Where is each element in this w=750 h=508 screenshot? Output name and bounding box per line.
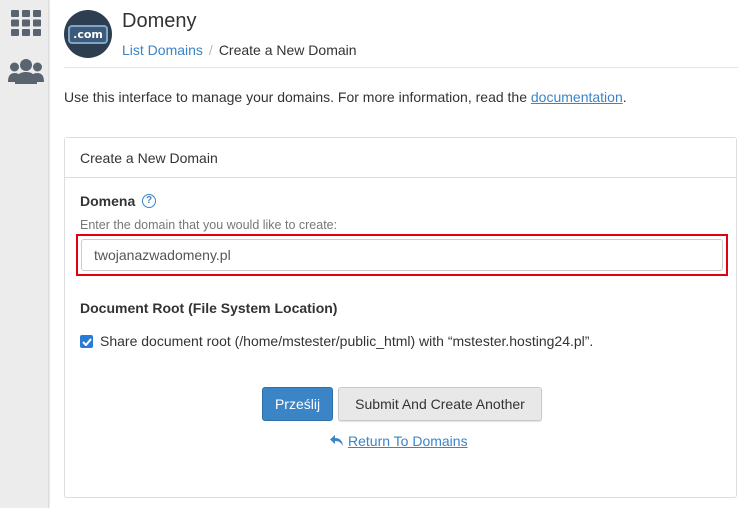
breadcrumb-current: Create a New Domain [218, 42, 357, 58]
main-content: .com Domeny List Domains / Create a New Do… [50, 0, 750, 508]
create-domain-panel: Create a New Domain Domena ? Enter the d… [64, 137, 737, 498]
grid-icon [11, 10, 41, 36]
return-to-domains-link[interactable]: Return To Domains [330, 433, 468, 449]
documentation-link[interactable]: documentation [531, 89, 623, 105]
domain-label: Domena [80, 193, 136, 209]
submit-and-create-another-button[interactable]: Submit And Create Another [338, 387, 542, 421]
share-docroot-label[interactable]: Share document root (/home/mstester/publ… [100, 333, 593, 349]
panel-heading: Create a New Domain [65, 138, 736, 178]
check-icon [81, 337, 92, 346]
sidebar-item-users[interactable] [8, 54, 44, 88]
breadcrumb-list-domains-link[interactable]: List Domains [122, 42, 203, 58]
return-arrow-icon [330, 435, 343, 446]
users-icon [8, 59, 44, 84]
domain-input[interactable] [81, 239, 723, 271]
help-icon[interactable]: ? [142, 194, 156, 208]
intro-text-suffix: . [622, 89, 627, 105]
breadcrumb-separator: / [208, 42, 213, 58]
logo-text: .com [68, 24, 108, 44]
return-to-domains-label: Return To Domains [348, 433, 468, 449]
intro-text-body: Use this interface to manage your domain… [64, 89, 527, 105]
domains-logo-icon: .com [64, 10, 112, 58]
sidebar [0, 0, 49, 508]
page-title: Domeny [122, 10, 197, 32]
domain-hint: Enter the domain that you would like to … [80, 218, 338, 232]
page-header: .com Domeny List Domains / Create a New Do… [64, 10, 738, 68]
document-root-label: Document Root (File System Location) [80, 300, 338, 316]
sidebar-item-apps[interactable] [8, 6, 44, 40]
intro-text: Use this interface to manage your domain… [64, 89, 627, 105]
submit-button[interactable]: Prześlij [262, 387, 333, 421]
breadcrumb: List Domains / Create a New Domain [122, 42, 357, 58]
share-docroot-checkbox[interactable] [80, 335, 93, 348]
